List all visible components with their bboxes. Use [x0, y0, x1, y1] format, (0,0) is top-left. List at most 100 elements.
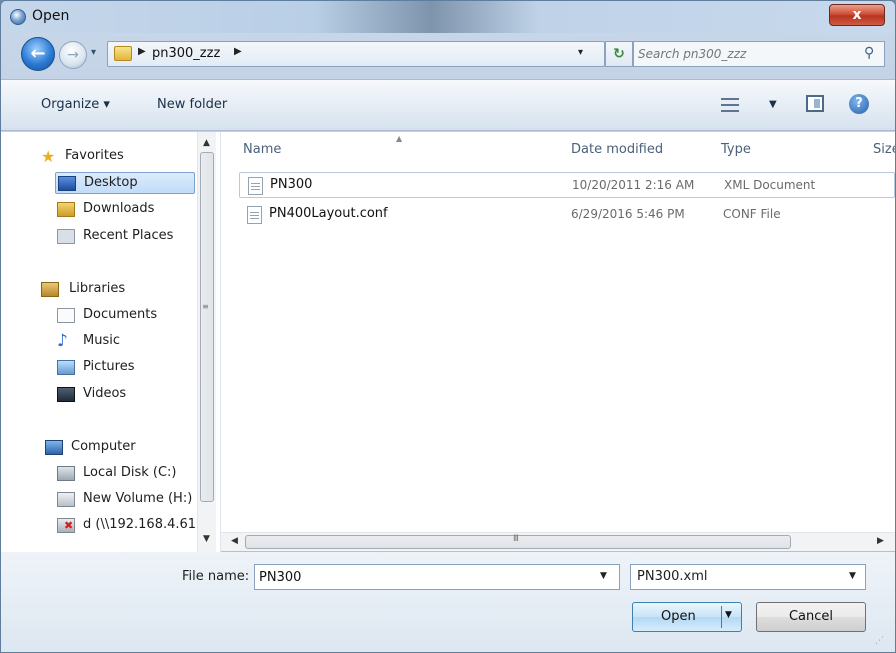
dialog-icon — [10, 9, 26, 25]
open-options-dropdown-icon[interactable]: ▼ — [725, 610, 732, 620]
volume-icon — [57, 492, 75, 507]
file-date: 6/29/2016 5:46 PM — [571, 207, 685, 221]
preview-pane-icon[interactable] — [806, 95, 824, 112]
scroll-grip-icon: III — [513, 534, 519, 544]
file-type: CONF File — [723, 207, 781, 221]
file-list-horizontal-scrollbar[interactable]: ◀ III ▶ — [221, 532, 895, 551]
sidebar-item-label: Local Disk (C:) — [83, 465, 177, 480]
column-header-date-modified[interactable]: Date modified — [571, 132, 711, 166]
chevron-down-icon[interactable]: ▼ — [600, 571, 607, 581]
search-input[interactable] — [638, 44, 858, 64]
scroll-up-icon[interactable]: ▲ — [203, 138, 210, 148]
dialog-footer: File name: ▼ PN300.xml ▼ Open ▼ Cancel ⋰ — [1, 552, 895, 652]
file-name: PN300 — [270, 177, 313, 192]
sidebar-group-libraries[interactable]: Libraries — [41, 279, 191, 301]
column-header-size[interactable]: Size — [873, 132, 895, 166]
file-name-label: File name: — [182, 569, 250, 584]
file-name-input[interactable] — [259, 567, 589, 587]
sidebar-item-local-disk[interactable]: Local Disk (C:) — [57, 463, 197, 485]
back-button[interactable]: ← — [21, 37, 55, 71]
sidebar-group-computer[interactable]: Computer — [45, 437, 195, 459]
xml-file-icon — [248, 177, 263, 195]
network-drive-icon — [57, 518, 75, 533]
file-type-select[interactable]: PN300.xml ▼ — [630, 564, 866, 590]
navigation-pane-scrollbar[interactable]: ▲ ≡ ▼ — [197, 132, 216, 552]
new-folder-button[interactable]: New folder — [157, 97, 227, 112]
folder-icon — [114, 46, 132, 61]
search-box[interactable]: ⚲ — [633, 41, 885, 67]
refresh-button[interactable]: ↻ — [605, 41, 633, 67]
sidebar-item-label: Videos — [83, 386, 127, 401]
local-disk-icon — [57, 466, 75, 481]
cancel-button[interactable]: Cancel — [756, 602, 866, 632]
libraries-icon — [41, 282, 59, 297]
sidebar-item-label: New Volume (H:) — [83, 491, 193, 506]
downloads-icon — [57, 202, 75, 217]
column-header-type[interactable]: Type — [721, 132, 861, 166]
table-row[interactable]: PN300 10/20/2011 2:16 AM XML Document — [239, 172, 895, 198]
sidebar-item-label: Documents — [83, 307, 158, 322]
star-icon: ★ — [41, 147, 56, 166]
sidebar-item-label: Desktop — [84, 175, 138, 190]
sidebar-item-new-volume[interactable]: New Volume (H:) — [57, 489, 197, 511]
view-options-dropdown-icon[interactable]: ▼ — [769, 99, 777, 110]
sidebar-item-label: Music — [83, 333, 120, 348]
pictures-icon — [57, 360, 75, 375]
recent-places-icon — [57, 229, 75, 244]
organize-button[interactable]: Organize ▾ — [41, 97, 110, 112]
search-icon[interactable]: ⚲ — [864, 45, 874, 61]
chevron-down-icon[interactable]: ▼ — [849, 571, 856, 581]
resize-grip-icon[interactable]: ⋰ — [875, 636, 884, 646]
sidebar-group-label: Computer — [71, 439, 136, 454]
split-divider — [721, 606, 722, 628]
sidebar-item-pictures[interactable]: Pictures — [57, 357, 197, 379]
sidebar-group-label: Favorites — [65, 148, 124, 163]
scroll-left-icon[interactable]: ◀ — [231, 536, 238, 546]
file-name: PN400Layout.conf — [269, 206, 388, 221]
recent-pages-dropdown-icon[interactable]: ▾ — [91, 47, 96, 58]
close-button[interactable]: x — [829, 4, 885, 26]
navigation-pane: ★ Favorites Desktop Downloads Recent Pla… — [1, 132, 221, 552]
file-name-field[interactable]: ▼ — [254, 564, 620, 590]
change-view-icon[interactable] — [721, 98, 739, 112]
column-header-name[interactable]: Name — [243, 132, 563, 166]
address-dropdown-icon[interactable]: ▾ — [578, 47, 583, 58]
scrollbar-thumb[interactable] — [245, 535, 791, 549]
file-type-value: PN300.xml — [637, 569, 708, 584]
sidebar-item-videos[interactable]: Videos — [57, 384, 197, 406]
file-icon — [247, 206, 262, 224]
open-dialog: Open x ← → ▾ ▶ pn300_zzz ▶ ▾ ↻ ⚲ Organiz… — [0, 0, 896, 653]
window-title: Open — [32, 8, 70, 24]
breadcrumb-separator-icon[interactable]: ▶ — [138, 46, 146, 57]
sidebar-item-recent-places[interactable]: Recent Places — [57, 226, 197, 248]
file-date: 10/20/2011 2:16 AM — [572, 178, 695, 192]
command-toolbar: Organize ▾ New folder ▼ ? — [1, 79, 895, 131]
address-bar[interactable]: ▶ pn300_zzz ▶ ▾ — [107, 41, 605, 67]
sidebar-item-desktop[interactable]: Desktop — [55, 172, 195, 194]
computer-icon — [45, 440, 63, 455]
table-row[interactable]: PN400Layout.conf 6/29/2016 5:46 PM CONF … — [239, 202, 895, 228]
scrollbar-thumb[interactable] — [200, 152, 214, 502]
music-icon: ♪ — [57, 331, 68, 351]
scroll-grip-icon: ≡ — [202, 302, 209, 311]
file-type: XML Document — [724, 178, 816, 192]
help-icon[interactable]: ? — [849, 94, 869, 114]
breadcrumb-separator-icon[interactable]: ▶ — [234, 46, 242, 57]
scroll-down-icon[interactable]: ▼ — [203, 534, 210, 544]
file-list: ▲ Name Date modified Type Size PN300 10/… — [221, 132, 895, 532]
sidebar-item-downloads[interactable]: Downloads — [57, 199, 197, 221]
sidebar-item-network-drive[interactable]: d (\\192.168.4.61) — [57, 515, 197, 537]
sidebar-item-label: d (\\192.168.4.61) — [83, 517, 197, 532]
videos-icon — [57, 387, 75, 402]
sidebar-group-favorites[interactable]: ★ Favorites — [41, 146, 191, 168]
desktop-icon — [58, 176, 76, 191]
open-button[interactable]: Open ▼ — [632, 602, 742, 632]
title-bar[interactable]: Open x — [1, 1, 895, 33]
forward-button[interactable]: → — [59, 41, 87, 69]
sidebar-item-documents[interactable]: Documents — [57, 305, 197, 327]
breadcrumb-item[interactable]: pn300_zzz — [152, 46, 220, 61]
sidebar-item-label: Recent Places — [83, 228, 174, 243]
scroll-right-icon[interactable]: ▶ — [877, 536, 884, 546]
sidebar-item-music[interactable]: ♪ Music — [57, 331, 197, 353]
documents-icon — [57, 308, 75, 323]
